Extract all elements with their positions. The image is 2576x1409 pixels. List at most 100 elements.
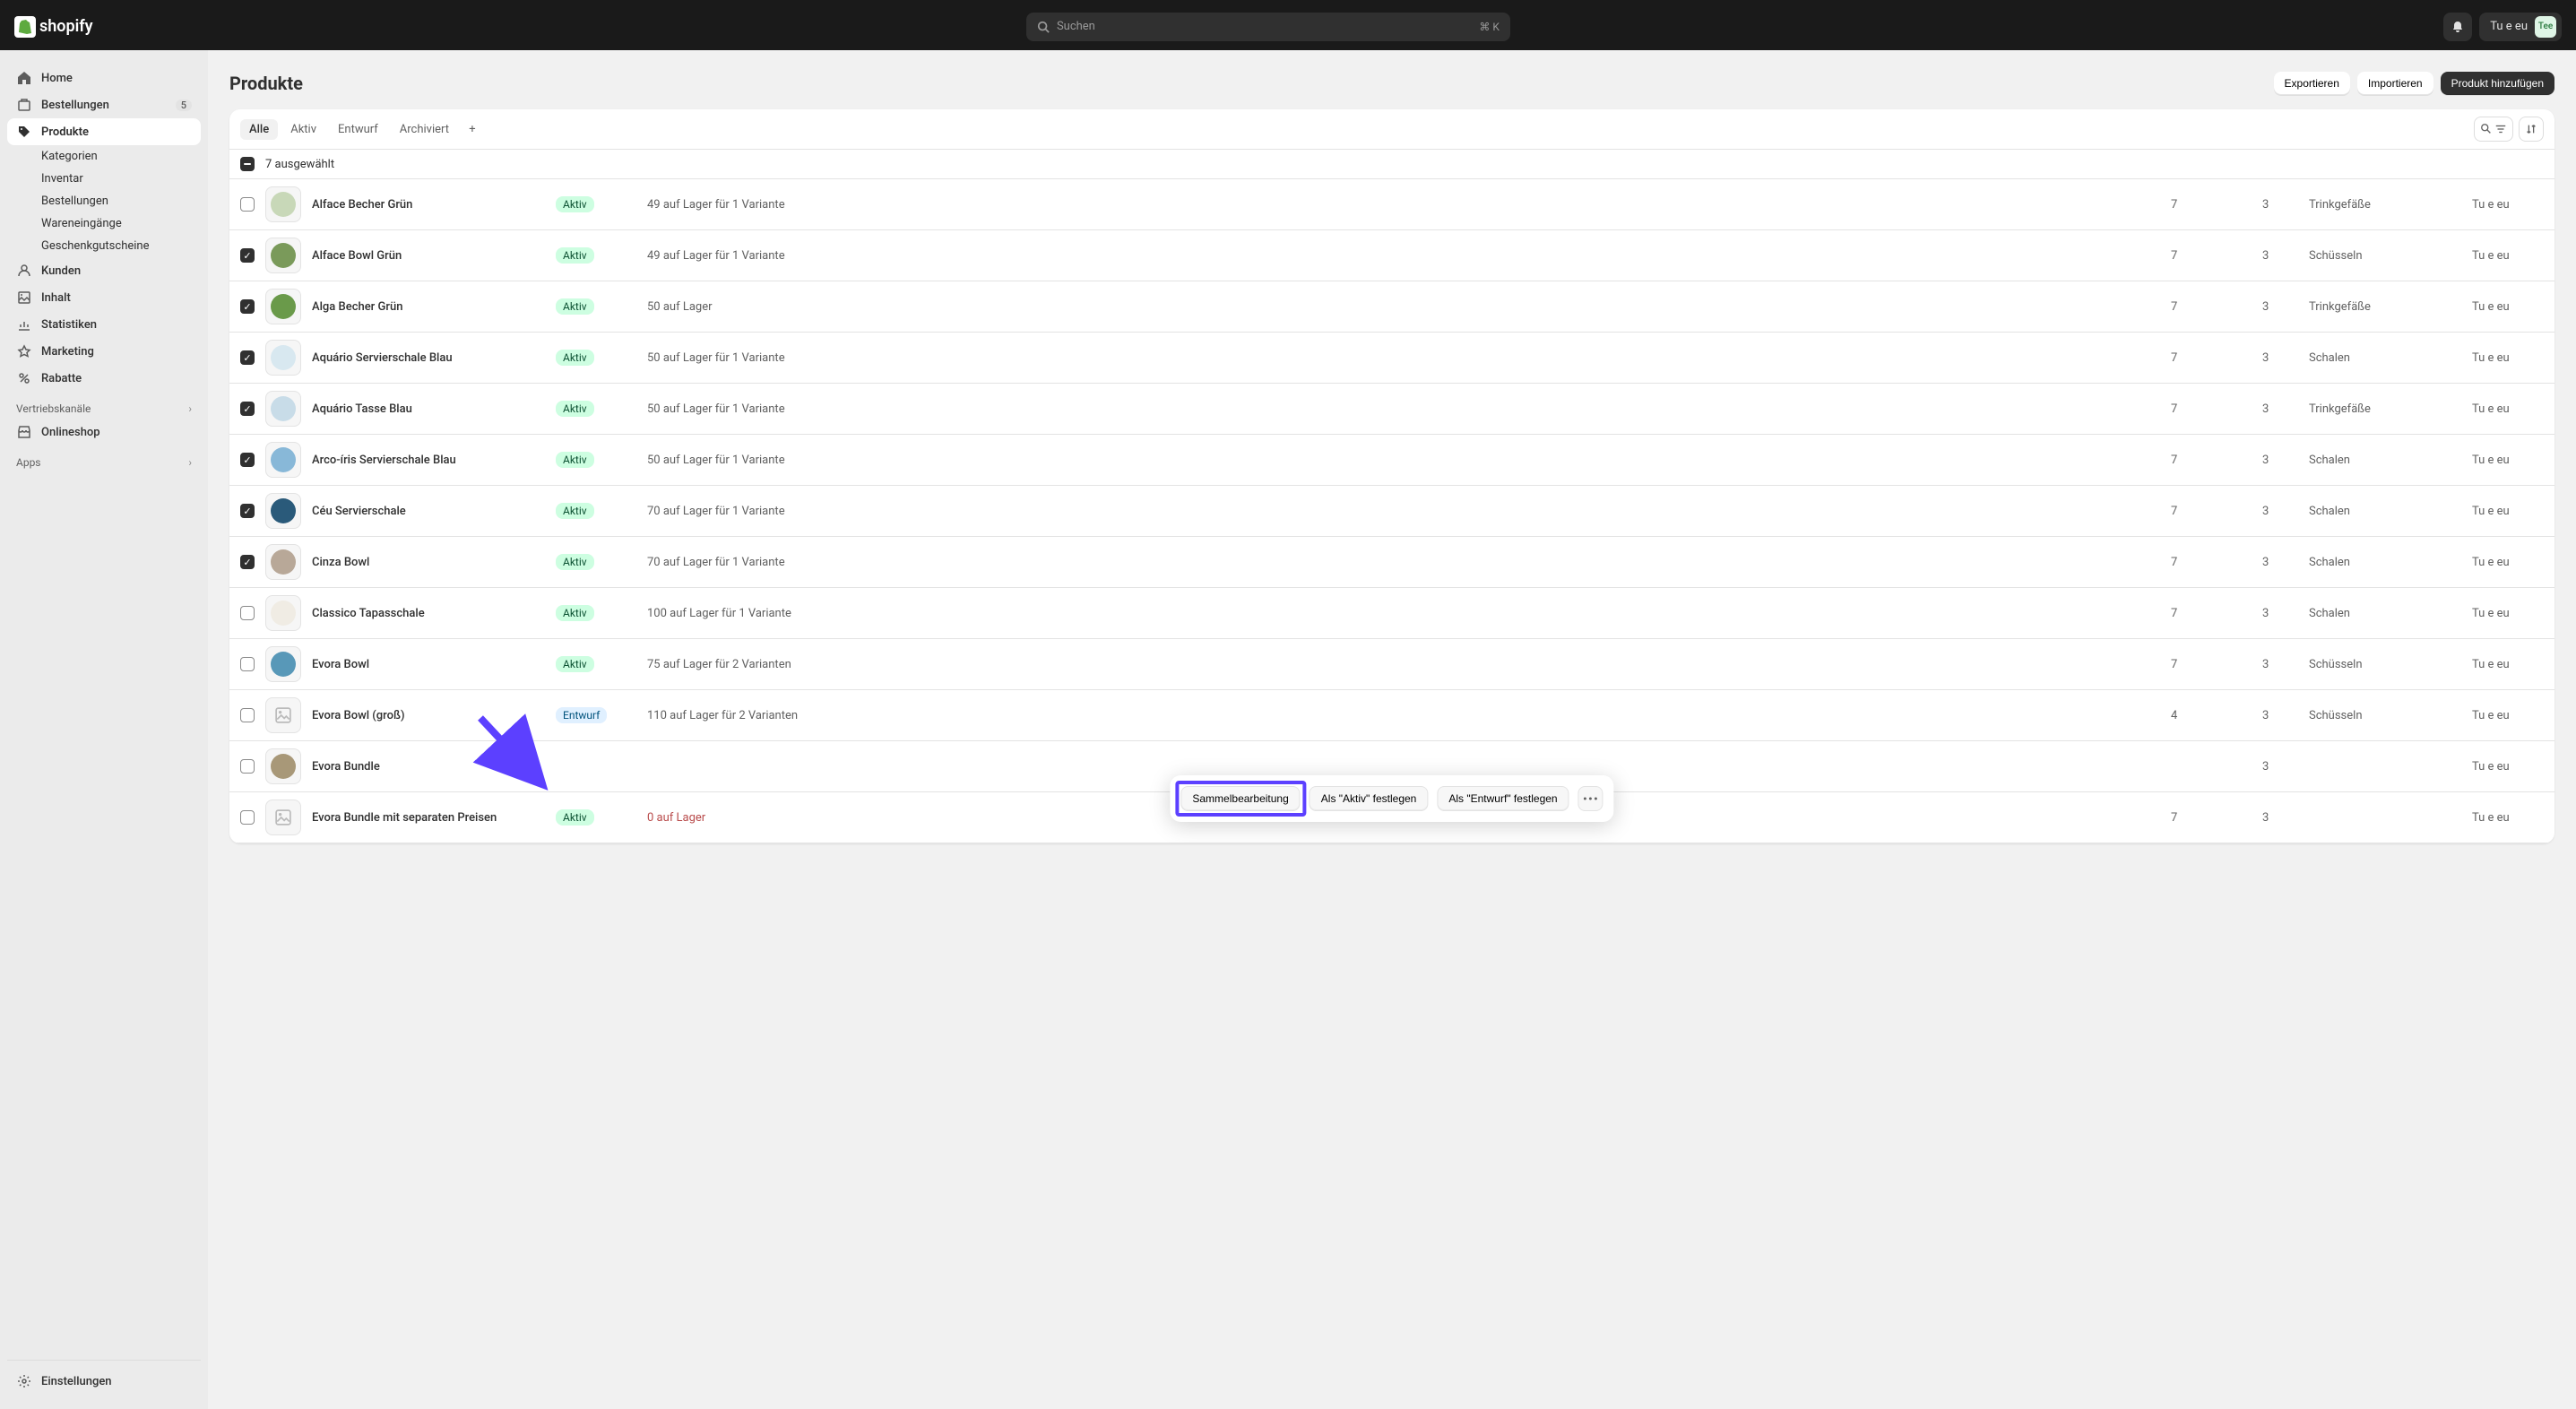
row-checkbox[interactable] (240, 197, 255, 212)
section-apps[interactable]: Apps › (7, 445, 201, 472)
content-icon (16, 290, 32, 306)
tab-2[interactable]: Entwurf (329, 119, 387, 140)
row-checkbox[interactable] (240, 402, 255, 416)
product-name: Evora Bundle mit separaten Preisen (312, 811, 545, 825)
row-checkbox[interactable] (240, 810, 255, 825)
product-row[interactable]: Evora Bowl (groß) Entwurf 110 auf Lager … (229, 690, 2554, 741)
col-value-2: 3 (2262, 351, 2298, 365)
category: Schalen (2309, 607, 2461, 620)
product-row[interactable]: Classico Tapasschale Aktiv 100 auf Lager… (229, 588, 2554, 639)
product-thumbnail (271, 652, 296, 677)
search-input[interactable]: Suchen ⌘ K (1026, 13, 1510, 41)
product-name: Evora Bowl (groß) (312, 709, 545, 722)
nav-item-marketing[interactable]: Marketing (7, 338, 201, 365)
nav-item-products[interactable]: Produkte (7, 118, 201, 145)
sort-button[interactable] (2519, 117, 2544, 142)
product-thumbnail (271, 447, 296, 472)
row-checkbox[interactable] (240, 453, 255, 467)
product-row[interactable]: Alga Becher Grün Aktiv 50 auf Lager 7 3 … (229, 281, 2554, 333)
product-row[interactable]: Céu Servierschale Aktiv 70 auf Lager für… (229, 486, 2554, 537)
vendor: Tu e eu (2472, 454, 2544, 467)
import-button[interactable]: Importieren (2357, 72, 2433, 95)
category: Schalen (2309, 351, 2461, 365)
products-icon (16, 124, 32, 140)
bulk-edit-button[interactable]: Sammelbearbeitung (1180, 786, 1300, 811)
product-name: Evora Bowl (312, 658, 545, 671)
row-checkbox[interactable] (240, 299, 255, 314)
tab-3[interactable]: Archiviert (391, 119, 458, 140)
shopify-logo-icon (14, 16, 36, 38)
stock-info: 100 auf Lager für 1 Variante (647, 607, 2160, 620)
export-button[interactable]: Exportieren (2274, 72, 2350, 95)
nav-sub-item-4[interactable]: Geschenkgutscheine (32, 235, 201, 257)
col-value-1: 7 (2171, 402, 2252, 416)
nav-item-customers[interactable]: Kunden (7, 257, 201, 284)
product-row[interactable]: Arco-íris Servierschale Blau Aktiv 50 au… (229, 435, 2554, 486)
set-active-button[interactable]: Als "Aktiv" festlegen (1310, 786, 1429, 811)
status-badge: Aktiv (556, 605, 594, 621)
row-checkbox[interactable] (240, 350, 255, 365)
row-checkbox[interactable] (240, 759, 255, 774)
nav-item-orders[interactable]: Bestellungen5 (7, 91, 201, 118)
gear-icon (16, 1373, 32, 1389)
col-value-2: 3 (2262, 760, 2298, 774)
search-filter-button[interactable] (2474, 117, 2513, 142)
add-product-button[interactable]: Produkt hinzufügen (2441, 72, 2554, 95)
orders-icon (16, 97, 32, 113)
notifications-button[interactable] (2443, 13, 2472, 41)
tab-0[interactable]: Alle (240, 119, 278, 140)
product-row[interactable]: Evora Bowl Aktiv 75 auf Lager für 2 Vari… (229, 639, 2554, 690)
product-thumbnail (271, 243, 296, 268)
col-value-1: 7 (2171, 454, 2252, 467)
product-row[interactable]: Alface Becher Grün Aktiv 49 auf Lager fü… (229, 179, 2554, 230)
category: Schüsseln (2309, 249, 2461, 263)
vendor: Tu e eu (2472, 402, 2544, 416)
product-image (265, 697, 301, 733)
product-row[interactable]: Cinza Bowl Aktiv 70 auf Lager für 1 Vari… (229, 537, 2554, 588)
add-tab-button[interactable]: + (462, 118, 483, 140)
row-checkbox[interactable] (240, 657, 255, 671)
row-checkbox[interactable] (240, 555, 255, 569)
nav-sub-item-3[interactable]: Wareneingänge (32, 212, 201, 235)
nav-settings[interactable]: Einstellungen (7, 1368, 201, 1395)
section-sales-channels[interactable]: Vertriebskanäle › (7, 392, 201, 419)
nav-item-content[interactable]: Inhalt (7, 284, 201, 311)
logo[interactable]: shopify (14, 16, 93, 38)
home-icon (16, 70, 32, 86)
nav-item-discounts[interactable]: Rabatte (7, 365, 201, 392)
status-badge: Aktiv (556, 401, 594, 417)
col-value-1: 7 (2171, 198, 2252, 212)
product-image (265, 442, 301, 478)
status-badge: Aktiv (556, 196, 594, 212)
product-row[interactable]: Aquário Servierschale Blau Aktiv 50 auf … (229, 333, 2554, 384)
product-row[interactable]: Aquário Tasse Blau Aktiv 50 auf Lager fü… (229, 384, 2554, 435)
image-placeholder-icon (275, 809, 291, 826)
chevron-right-icon: › (188, 402, 192, 415)
search-icon (1037, 21, 1050, 33)
nav-sales-item-store[interactable]: Onlineshop (7, 419, 201, 445)
select-all-checkbox[interactable] (240, 157, 255, 171)
bulk-more-button[interactable] (1578, 786, 1604, 811)
account-menu[interactable]: Tu e eu Tee (2479, 13, 2562, 41)
col-value-1: 7 (2171, 300, 2252, 314)
bell-icon (2451, 20, 2465, 34)
row-checkbox[interactable] (240, 504, 255, 518)
nav-item-analytics[interactable]: Statistiken (7, 311, 201, 338)
stock-info: 110 auf Lager für 2 Varianten (647, 709, 2160, 722)
row-checkbox[interactable] (240, 248, 255, 263)
page-title: Produkte (229, 73, 303, 94)
product-thumbnail (271, 549, 296, 575)
nav-sub-item-2[interactable]: Bestellungen (32, 190, 201, 212)
tab-1[interactable]: Aktiv (281, 119, 325, 140)
set-draft-button[interactable]: Als "Entwurf" festlegen (1437, 786, 1569, 811)
stock-info: 50 auf Lager (647, 300, 2160, 314)
nav-item-home[interactable]: Home (7, 65, 201, 91)
product-image (265, 544, 301, 580)
nav-sub-item-1[interactable]: Inventar (32, 168, 201, 190)
product-row[interactable]: Alface Bowl Grün Aktiv 49 auf Lager für … (229, 230, 2554, 281)
row-checkbox[interactable] (240, 708, 255, 722)
nav-sub-item-0[interactable]: Kategorien (32, 145, 201, 168)
row-checkbox[interactable] (240, 606, 255, 620)
image-placeholder-icon (275, 707, 291, 723)
category: Schalen (2309, 454, 2461, 467)
